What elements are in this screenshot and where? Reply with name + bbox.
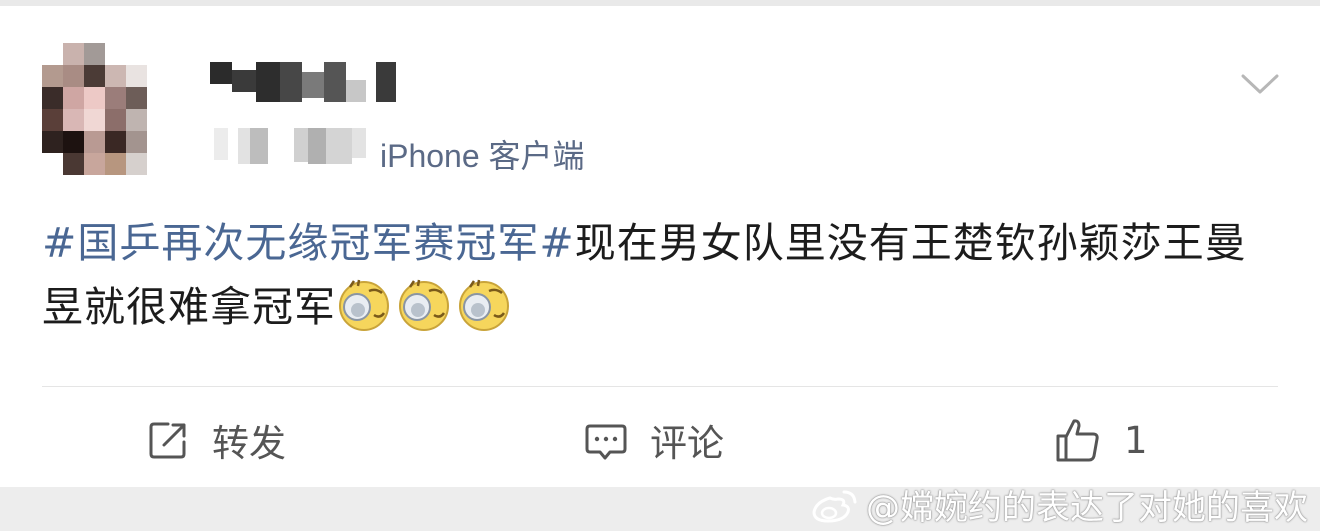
post-source: iPhone 客户端 [380,138,585,174]
weibo-logo-icon [812,490,857,523]
weibo-watermark: @嫦婉约的表达了对她的喜欢 [808,482,1308,528]
watermark-text: @嫦婉约的表达了对她的喜欢 [866,487,1308,528]
laugh-cry-emoji-icon [339,279,389,331]
repost-label: 转发 [212,422,286,465]
username-obscured[interactable] [210,62,396,102]
post-time-obscured [214,128,366,164]
repost-button[interactable]: 转发 [146,412,286,468]
laugh-cry-emoji-icon [399,279,449,331]
comment-icon [585,424,627,460]
weibo-post-card: iPhone 客户端 #国乒再次无缘冠军赛冠军#现在男女队里没有王楚钦孙颖莎王曼… [0,6,1320,487]
laugh-cry-emoji-icon [459,279,509,331]
post-text: #国乒再次无缘冠军赛冠军#现在男女队里没有王楚钦孙颖莎王曼昱就很难拿冠军 [42,211,1282,339]
like-button[interactable]: 1 [1054,412,1148,468]
topic-link[interactable]: #国乒再次无缘冠军赛冠军# [42,219,575,267]
repost-icon [149,422,186,459]
comment-button[interactable]: 评论 [584,412,724,468]
action-divider [42,386,1278,387]
user-avatar[interactable] [42,43,168,175]
thumbs-up-icon [1056,419,1099,462]
comment-label: 评论 [650,422,724,465]
like-count: 1 [1124,418,1148,462]
chevron-down-icon[interactable] [1240,70,1280,100]
